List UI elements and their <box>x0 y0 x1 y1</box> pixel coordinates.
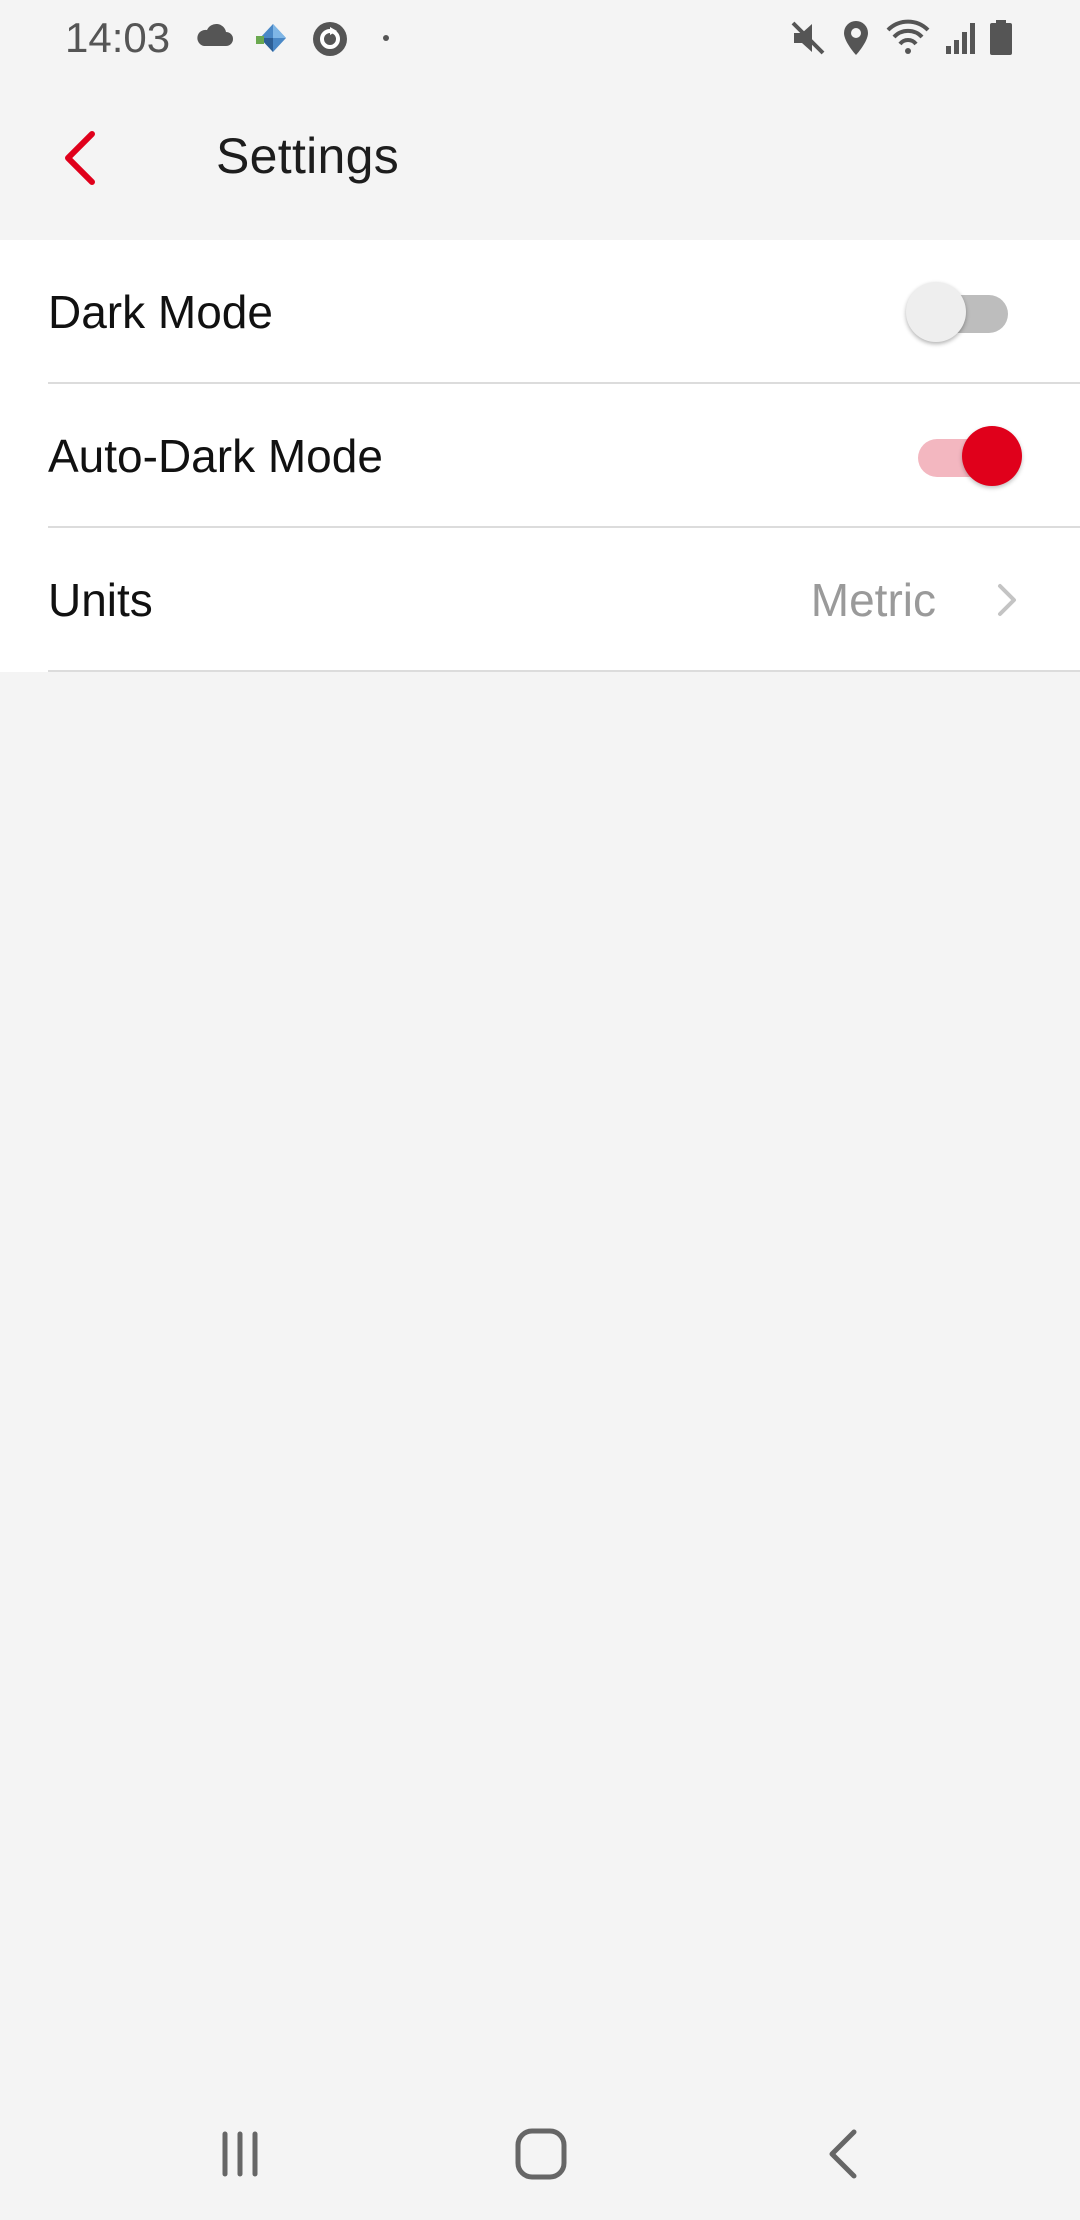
sync-icon <box>310 18 350 58</box>
dark-mode-label: Dark Mode <box>48 286 273 338</box>
dot-icon <box>376 18 416 58</box>
cloud-icon <box>194 18 234 58</box>
toggle-thumb <box>906 282 966 342</box>
settings-list: Dark Mode Auto-Dark Mode Units Metric <box>0 240 1080 672</box>
home-icon <box>515 2128 567 2180</box>
status-time: 14:03 <box>65 14 171 61</box>
auto-dark-mode-label: Auto-Dark Mode <box>48 430 383 482</box>
units-value: Metric <box>810 574 936 626</box>
units-label: Units <box>48 574 153 626</box>
back-button[interactable] <box>48 120 112 196</box>
recent-apps-button[interactable] <box>180 2106 300 2202</box>
divider <box>48 670 1080 672</box>
page-title: Settings <box>216 128 400 184</box>
setting-row-auto-dark-mode[interactable]: Auto-Dark Mode <box>0 384 1080 528</box>
system-back-button[interactable] <box>784 2106 904 2202</box>
toggle-thumb <box>962 426 1022 486</box>
app-notification-icon <box>252 18 292 58</box>
auto-dark-mode-toggle[interactable] <box>918 424 1022 488</box>
recent-apps-icon <box>222 2131 258 2177</box>
back-icon <box>829 2129 857 2179</box>
home-button[interactable] <box>481 2106 601 2202</box>
setting-row-units[interactable]: Units Metric <box>0 528 1080 672</box>
signal-icon <box>940 18 980 58</box>
wifi-icon <box>884 18 930 58</box>
status-bar: 14:03 <box>0 0 1080 76</box>
chevron-right-icon <box>998 584 1016 616</box>
navigation-bar <box>0 2080 1080 2220</box>
battery-icon <box>986 18 1026 58</box>
location-icon <box>838 18 878 58</box>
setting-row-dark-mode[interactable]: Dark Mode <box>0 240 1080 384</box>
chevron-left-icon <box>65 131 95 185</box>
mute-icon <box>788 18 828 58</box>
dark-mode-toggle[interactable] <box>906 280 1022 344</box>
app-bar: Settings <box>0 76 1080 240</box>
